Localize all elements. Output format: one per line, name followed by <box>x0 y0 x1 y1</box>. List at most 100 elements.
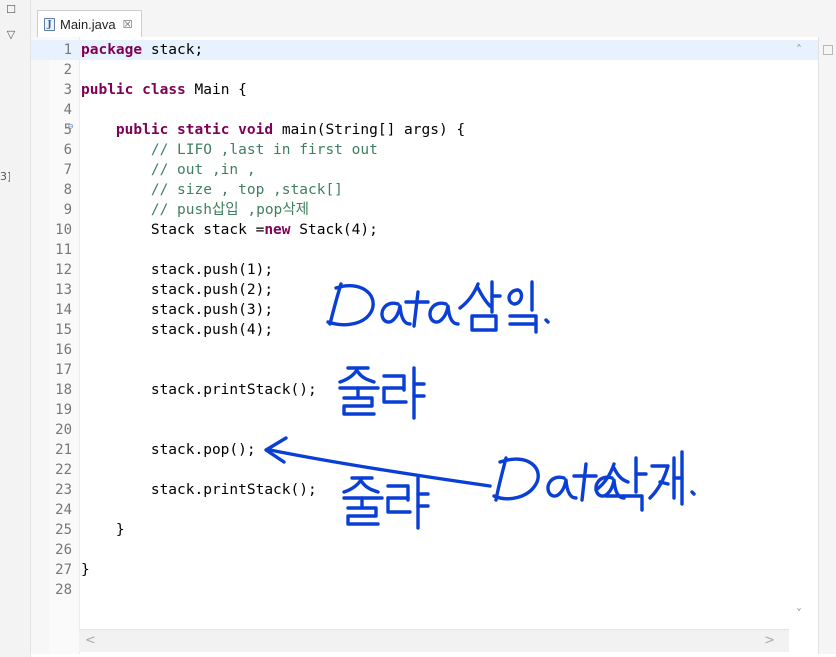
java-file-icon: J <box>44 17 55 31</box>
minimize-icon[interactable]: ☐ <box>4 3 18 17</box>
code-text: stack.printStack(); <box>81 480 317 500</box>
code-line[interactable]: 24 <box>31 500 818 520</box>
code-line[interactable]: 18 stack.printStack(); <box>31 380 818 400</box>
code-line[interactable]: 15 stack.push(4); <box>31 320 818 340</box>
tab-main-java[interactable]: J Main.java ☒ <box>37 10 142 37</box>
comment-token: // push삽입 ,pop삭제 <box>150 202 309 218</box>
code-text: Stack stack =new Stack(4); <box>81 220 378 240</box>
line-number: 19 <box>55 402 72 418</box>
code-line[interactable]: 21 stack.pop(); <box>31 440 818 460</box>
code-line[interactable]: 7 // out ,in , <box>31 160 818 180</box>
code-line[interactable]: 27} <box>31 560 818 580</box>
line-number: 16 <box>55 342 72 358</box>
line-number: 11 <box>55 242 72 258</box>
code-token: Main { <box>185 82 247 98</box>
code-lines[interactable]: 1 package stack; 2 3 public class Main {4 5 ⊖ … <box>31 40 818 600</box>
code-line[interactable]: 22 <box>31 460 818 480</box>
comment-token: // size , top ,stack[] <box>150 182 343 198</box>
line-number: 7 <box>63 162 72 178</box>
code-line[interactable]: 10 Stack stack =new Stack(4); <box>31 220 818 240</box>
line-number: 14 <box>55 302 72 318</box>
code-line[interactable]: 17 <box>31 360 818 380</box>
code-line[interactable]: 19 <box>31 400 818 420</box>
code-line[interactable]: 5 ⊖ public static void main(String[] args… <box>31 120 818 140</box>
line-number: 23 <box>55 482 72 498</box>
code-line[interactable]: 23 stack.printStack(); <box>31 480 818 500</box>
code-line[interactable]: 20 <box>31 420 818 440</box>
line-number: 21 <box>55 442 72 458</box>
code-line[interactable]: 12 stack.push(1); <box>31 260 818 280</box>
line-number: 28 <box>55 582 72 598</box>
line-number: 4 <box>63 102 72 118</box>
line-number: 10 <box>55 222 72 238</box>
code-text: stack.push(1); <box>81 260 273 280</box>
line-number: 8 <box>63 182 72 198</box>
line-number: 25 <box>55 522 72 538</box>
code-line[interactable]: 11 <box>31 240 818 260</box>
code-token: Stack stack = <box>81 222 265 238</box>
code-line[interactable]: 16 <box>31 340 818 360</box>
code-token: stack.printStack(); <box>81 482 317 498</box>
keyword-token: class <box>142 82 186 98</box>
code-token: stack.push(3); <box>81 302 274 318</box>
code-line[interactable]: 25 } <box>31 520 818 540</box>
partial-label: 3] <box>0 170 10 183</box>
keyword-token: static <box>177 122 230 138</box>
code-text: public class Main { <box>81 80 247 100</box>
line-number: 12 <box>55 262 72 278</box>
line-number: 20 <box>55 422 72 438</box>
code-line[interactable]: 9 // push삽입 ,pop삭제 <box>31 200 818 220</box>
comment-token: // LIFO ,last in first out <box>150 142 378 158</box>
line-number: 1 <box>63 42 72 58</box>
view-menu-icon[interactable]: ▽ <box>4 28 18 42</box>
code-line[interactable]: 6 // LIFO ,last in first out <box>31 140 818 160</box>
code-text: public static void main(String[] args) { <box>81 120 465 140</box>
fold-toggle-icon[interactable]: ⊖ <box>68 120 73 134</box>
code-text: stack.push(4); <box>81 320 273 340</box>
line-number: 18 <box>55 382 72 398</box>
line-number: 15 <box>55 322 72 338</box>
line-number: 22 <box>55 462 72 478</box>
line-number: 3 <box>63 82 72 98</box>
code-text: } <box>81 520 125 540</box>
scroll-left-icon[interactable]: < <box>85 633 96 648</box>
code-text: // push삽입 ,pop삭제 <box>81 200 309 220</box>
overview-ruler <box>818 37 836 654</box>
line-number: 24 <box>55 502 72 518</box>
code-token: main(String[] args) { <box>273 122 466 138</box>
code-text: // LIFO ,last in first out <box>81 140 378 160</box>
scroll-down-icon[interactable]: ˅ <box>789 607 809 621</box>
line-number: 6 <box>63 142 72 158</box>
code-token: stack.push(2); <box>81 282 274 298</box>
code-line[interactable]: 14 stack.push(3); <box>31 300 818 320</box>
close-icon[interactable]: ☒ <box>123 18 133 31</box>
horizontal-scrollbar[interactable]: < > <box>79 629 789 652</box>
vertical-scrollbar[interactable]: ˄ ˅ <box>789 37 809 629</box>
scroll-up-icon[interactable]: ˄ <box>789 43 809 57</box>
line-number: 13 <box>55 282 72 298</box>
code-line[interactable]: 4 <box>31 100 818 120</box>
overview-marker <box>823 45 833 55</box>
code-line[interactable]: 3 public class Main { <box>31 80 818 100</box>
comment-token: // out ,in , <box>150 162 256 178</box>
code-line[interactable]: 1 package stack; <box>31 40 818 60</box>
code-line[interactable]: 28 <box>31 580 818 600</box>
line-number: 9 <box>63 202 72 218</box>
code-token: } <box>81 562 90 578</box>
code-text: // out ,in , <box>81 160 256 180</box>
code-line[interactable]: 2 <box>31 60 818 80</box>
keyword-token: package <box>81 42 143 58</box>
scroll-right-icon[interactable]: > <box>764 633 775 648</box>
code-line[interactable]: 13 stack.push(2); <box>31 280 818 300</box>
code-line[interactable]: 26 <box>31 540 818 560</box>
code-editor[interactable]: 1 package stack; 2 3 public class Main {4 5 ⊖ … <box>31 37 818 654</box>
code-line[interactable]: 8 // size , top ,stack[] <box>31 180 818 200</box>
tab-title: Main.java <box>60 16 116 32</box>
keyword-token: new <box>264 222 291 238</box>
code-token: Stack(4); <box>290 222 378 238</box>
